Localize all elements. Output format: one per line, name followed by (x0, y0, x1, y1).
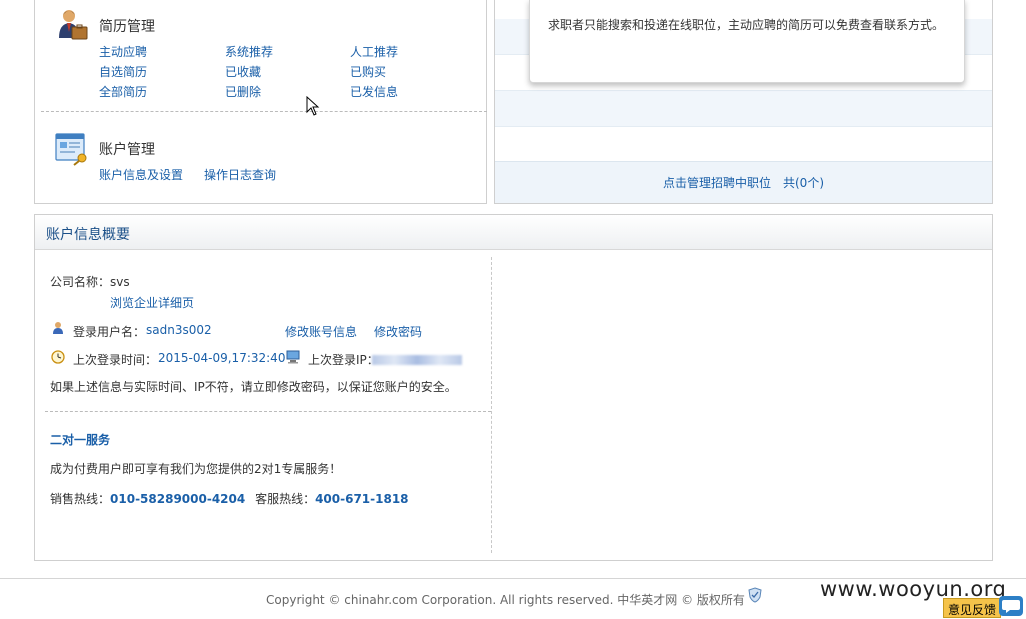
security-note: 如果上述信息与实际时间、IP不符，请立即修改密码，以保证您账户的安全。 (50, 380, 457, 394)
table-row (495, 91, 992, 127)
username-label: 登录用户名： (73, 325, 146, 339)
account-overview-header: 账户信息概要 (35, 215, 992, 250)
copyright-text: Copyright © chinahr.com Corporation. All… (266, 593, 745, 607)
last-login-time-label: 上次登录时间： (73, 353, 158, 367)
service-title: 二对一服务 (50, 433, 111, 447)
resume-manager-icon (55, 8, 89, 42)
user-icon (51, 321, 65, 335)
service-description: 成为付费用户即可享有我们为您提供的2对1专属服务！ (50, 462, 342, 476)
account-overview-title: 账户信息概要 (46, 227, 130, 243)
account-settings-icon (55, 132, 89, 166)
jobs-footer: 点击管理招聘中职位 共(0个) (495, 161, 992, 203)
section-divider (45, 411, 491, 412)
link-purchased[interactable]: 已购买 (350, 63, 386, 80)
edit-account-link[interactable]: 修改账号信息 (285, 323, 357, 340)
management-panel: 简历管理 主动应聘 系统推荐 人工推荐 自选简历 已收藏 已购买 全部简历 已删… (34, 0, 487, 204)
link-favorited[interactable]: 已收藏 (225, 63, 261, 80)
computer-icon (286, 350, 300, 364)
column-divider (491, 257, 492, 553)
link-sent-messages[interactable]: 已发信息 (350, 83, 398, 100)
account-mgmt-title: 账户管理 (99, 142, 155, 158)
clock-icon (51, 350, 65, 364)
link-system-recommend[interactable]: 系统推荐 (225, 43, 273, 60)
link-operation-log[interactable]: 操作日志查询 (204, 166, 276, 183)
support-hotline-label: 客服热线： (255, 492, 316, 506)
section-divider (41, 111, 487, 112)
jobs-count[interactable]: 共(0个) (783, 174, 824, 191)
link-active-applications[interactable]: 主动应聘 (99, 43, 147, 60)
company-value: svs (110, 275, 130, 289)
link-selected-resumes[interactable]: 自选简历 (99, 63, 147, 80)
manage-jobs-link[interactable]: 点击管理招聘中职位 (663, 174, 771, 191)
company-name-row: 公司名称：svs (50, 273, 130, 290)
feedback-button[interactable]: 意见反馈 (943, 598, 1001, 618)
link-deleted[interactable]: 已删除 (225, 83, 261, 100)
security-shield-icon (748, 587, 762, 606)
last-login-ip-label: 上次登录IP： (308, 353, 379, 367)
resume-mgmt-title: 简历管理 (99, 19, 155, 35)
company-label: 公司名称： (50, 275, 111, 289)
link-manual-recommend[interactable]: 人工推荐 (350, 43, 398, 60)
jobs-panel: 求职者只能搜索和投递在线职位，主动应聘的简历可以免费查看联系方式。 点击管理招聘… (494, 0, 993, 204)
link-account-settings[interactable]: 账户信息及设置 (99, 166, 183, 183)
last-login-ip-redacted (372, 352, 462, 366)
browse-company-link[interactable]: 浏览企业详细页 (110, 294, 194, 311)
link-all-resumes[interactable]: 全部简历 (99, 83, 147, 100)
sales-hotline-number: 010-58289000-4204 (110, 492, 246, 506)
table-row (495, 127, 992, 163)
sales-hotline-label: 销售热线： (50, 492, 111, 506)
hotlines-row: 销售热线：010-58289000-4204 客服热线：400-671-1818 (50, 490, 409, 507)
support-hotline-number: 400-671-1818 (315, 492, 409, 506)
account-overview-panel: 账户信息概要 公司名称：svs 浏览企业详细页 登录用户名： sadn3s002… (34, 214, 993, 561)
last-login-time-value: 2015-04-09,17:32:40 (158, 351, 286, 365)
info-tooltip: 求职者只能搜索和投递在线职位，主动应聘的简历可以免费查看联系方式。 (529, 0, 965, 83)
chat-bubble-icon[interactable] (999, 596, 1023, 616)
tooltip-text: 求职者只能搜索和投递在线职位，主动应聘的简历可以免费查看联系方式。 (548, 18, 945, 32)
username-value: sadn3s002 (146, 323, 212, 337)
mouse-cursor-icon (306, 95, 320, 119)
change-password-link[interactable]: 修改密码 (374, 323, 422, 340)
